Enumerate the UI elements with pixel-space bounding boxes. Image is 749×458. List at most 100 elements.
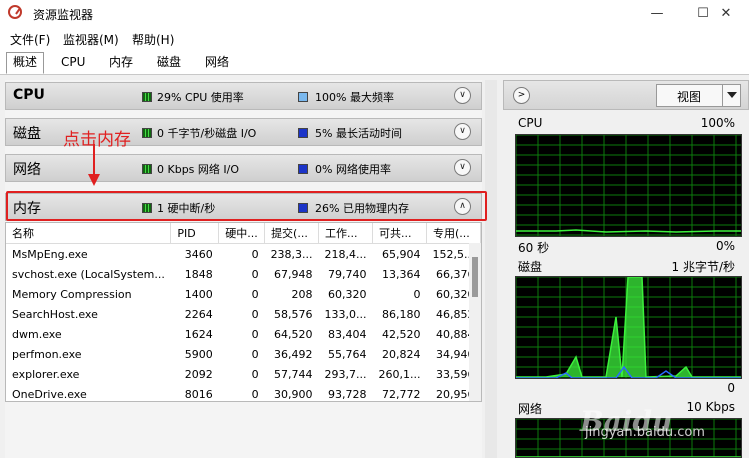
table-cell: 42,520 (382, 327, 421, 341)
table-cell: 30,900 (274, 387, 313, 401)
table-cell: 1624 (184, 327, 213, 341)
chevron-down-icon[interactable]: ∨ (454, 123, 471, 140)
graphs-header: > 视图 (503, 80, 749, 110)
column-header-working-set[interactable]: 工作... (318, 223, 374, 244)
tab-disk[interactable]: 磁盘 (151, 53, 187, 73)
table-cell: 57,744 (274, 367, 313, 381)
table-cell: 238,3... (270, 247, 313, 261)
table-cell: 64,520 (274, 327, 313, 341)
annotation-arrow-icon (88, 144, 100, 186)
caret-down-icon[interactable] (727, 92, 737, 98)
disk-active-time-indicator-icon (298, 128, 308, 138)
table-cell: 58,576 (274, 307, 313, 321)
baidu-watermark-url: jingyan.baidu.com (585, 425, 705, 440)
close-button[interactable]: ✕ (703, 0, 749, 28)
chevron-down-icon[interactable]: ∨ (454, 159, 471, 176)
table-scrollbar[interactable] (469, 243, 481, 401)
table-cell: 86,180 (382, 307, 421, 321)
table-row[interactable]: SearchHost.exe 2264 0 58,576 133,0... 86,180 4… (6, 304, 481, 324)
table-cell: 8016 (184, 387, 213, 401)
table-row[interactable]: explorer.exe 2092 0 57,744 293,7... 260,1... 3… (6, 364, 481, 384)
column-header-hard-faults[interactable]: 硬中... (218, 223, 266, 244)
disk-graph (515, 276, 742, 379)
memory-process-table: 名称 PID 硬中... 提交(... 工作... 可共... 专用(... M… (5, 222, 482, 402)
table-cell: perfmon.exe (12, 347, 82, 361)
cpu-graph-min: 0% (715, 239, 735, 253)
table-cell: 67,948 (274, 267, 313, 281)
column-header-private[interactable]: 专用(... (426, 223, 481, 244)
pane-scrollbar[interactable] (485, 80, 497, 458)
table-cell: 3460 (184, 247, 213, 261)
table-cell: 83,404 (328, 327, 367, 341)
table-row[interactable]: MsMpEng.exe 3460 0 238,3... 218,4... 65,904 15… (6, 244, 481, 265)
column-header-commit[interactable]: 提交(... (264, 223, 320, 244)
tab-overview[interactable]: 概述 (6, 52, 45, 74)
view-button[interactable]: 视图 (656, 84, 741, 107)
title-bar: 资源监视器 — ☐ ✕ (0, 0, 749, 28)
menu-help[interactable]: 帮助(H) (132, 31, 174, 48)
network-usage-stat: 0% 网络使用率 (315, 163, 391, 176)
table-cell: 0 (251, 287, 259, 301)
disk-graph-label: 磁盘 (518, 260, 543, 274)
cpu-graph-max: 100% (700, 116, 735, 130)
network-usage-indicator-icon (298, 164, 308, 174)
table-cell: 133,0... (324, 307, 367, 321)
table-cell: 1848 (184, 267, 213, 281)
table-cell: MsMpEng.exe (12, 247, 88, 261)
table-row[interactable]: Memory Compression 1400 0 208 60,320 0 60,320 (6, 284, 481, 304)
max-frequency-indicator-icon (298, 92, 308, 102)
cpu-usage-indicator-icon (142, 92, 152, 102)
table-cell: OneDrive.exe (12, 387, 87, 401)
network-io-indicator-icon (142, 164, 152, 174)
table-cell: 0 (251, 247, 259, 261)
network-io-stat: 0 Kbps 网络 I/O (157, 163, 240, 176)
window-title: 资源监视器 (33, 8, 94, 22)
table-cell: Memory Compression (12, 287, 132, 301)
tab-memory[interactable]: 内存 (103, 53, 139, 73)
cpu-graph-label: CPU (518, 116, 543, 130)
table-cell: 218,4... (324, 247, 367, 261)
table-cell: 36,492 (274, 347, 313, 361)
disk-io-indicator-icon (142, 128, 152, 138)
graphs-pane: > 视图 CPU 100% 60 秒 0% 磁盘 1 兆字节/秒 0 网络 10… (503, 80, 749, 458)
column-header-shareable[interactable]: 可共... (372, 223, 428, 244)
table-row[interactable]: dwm.exe 1624 0 64,520 83,404 42,520 40,884 (6, 324, 481, 344)
table-row[interactable]: perfmon.exe 5900 0 36,492 55,764 20,824 34,940 (6, 344, 481, 364)
table-cell: 0 (251, 267, 259, 281)
table-cell: svchost.exe (LocalSystem... (12, 267, 165, 281)
cpu-section-header[interactable]: CPU 29% CPU 使用率 100% 最大频率 ∨ (5, 82, 482, 110)
tab-network[interactable]: 网络 (199, 53, 235, 73)
table-cell: 0 (251, 307, 259, 321)
column-header-pid[interactable]: PID (170, 223, 220, 244)
table-cell: 260,1... (378, 367, 421, 381)
table-cell: 0 (413, 287, 421, 301)
network-section-header[interactable]: 网络 0 Kbps 网络 I/O 0% 网络使用率 ∨ (5, 154, 482, 182)
chevron-down-icon[interactable]: ∨ (454, 87, 471, 104)
table-cell: 1400 (184, 287, 213, 301)
section-title: 磁盘 (13, 126, 41, 142)
menu-monitor[interactable]: 监视器(M) (63, 31, 119, 48)
table-cell: 0 (251, 367, 259, 381)
table-cell: 208 (291, 287, 313, 301)
menu-file[interactable]: 文件(F) (10, 31, 50, 48)
minimize-button[interactable]: — (634, 0, 680, 28)
section-title: 网络 (13, 162, 41, 178)
table-row[interactable]: svchost.exe (LocalSystem... 1848 0 67,948 79… (6, 264, 481, 284)
cpu-graph (515, 134, 742, 237)
table-cell: 65,904 (382, 247, 421, 261)
table-header-row: 名称 PID 硬中... 提交(... 工作... 可共... 专用(... (6, 223, 481, 244)
scrollbar-thumb[interactable] (472, 257, 478, 297)
table-cell: 0 (251, 347, 259, 361)
column-header-name[interactable]: 名称 (6, 223, 172, 244)
disk-graph-max: 1 兆字节/秒 (671, 260, 736, 274)
network-graph-max: 10 Kbps (686, 400, 735, 414)
table-cell: 0 (251, 387, 259, 401)
chevron-right-icon[interactable]: > (513, 87, 530, 104)
tab-cpu[interactable]: CPU (55, 53, 91, 73)
table-row[interactable]: OneDrive.exe 8016 0 30,900 93,728 72,772 20,95… (6, 384, 481, 401)
table-cell: 0 (251, 327, 259, 341)
tab-bar: 概述 CPU 内存 磁盘 网络 (0, 48, 749, 75)
view-label: 视图 (677, 90, 702, 104)
view-divider (722, 85, 723, 106)
table-cell: 79,740 (328, 267, 367, 281)
